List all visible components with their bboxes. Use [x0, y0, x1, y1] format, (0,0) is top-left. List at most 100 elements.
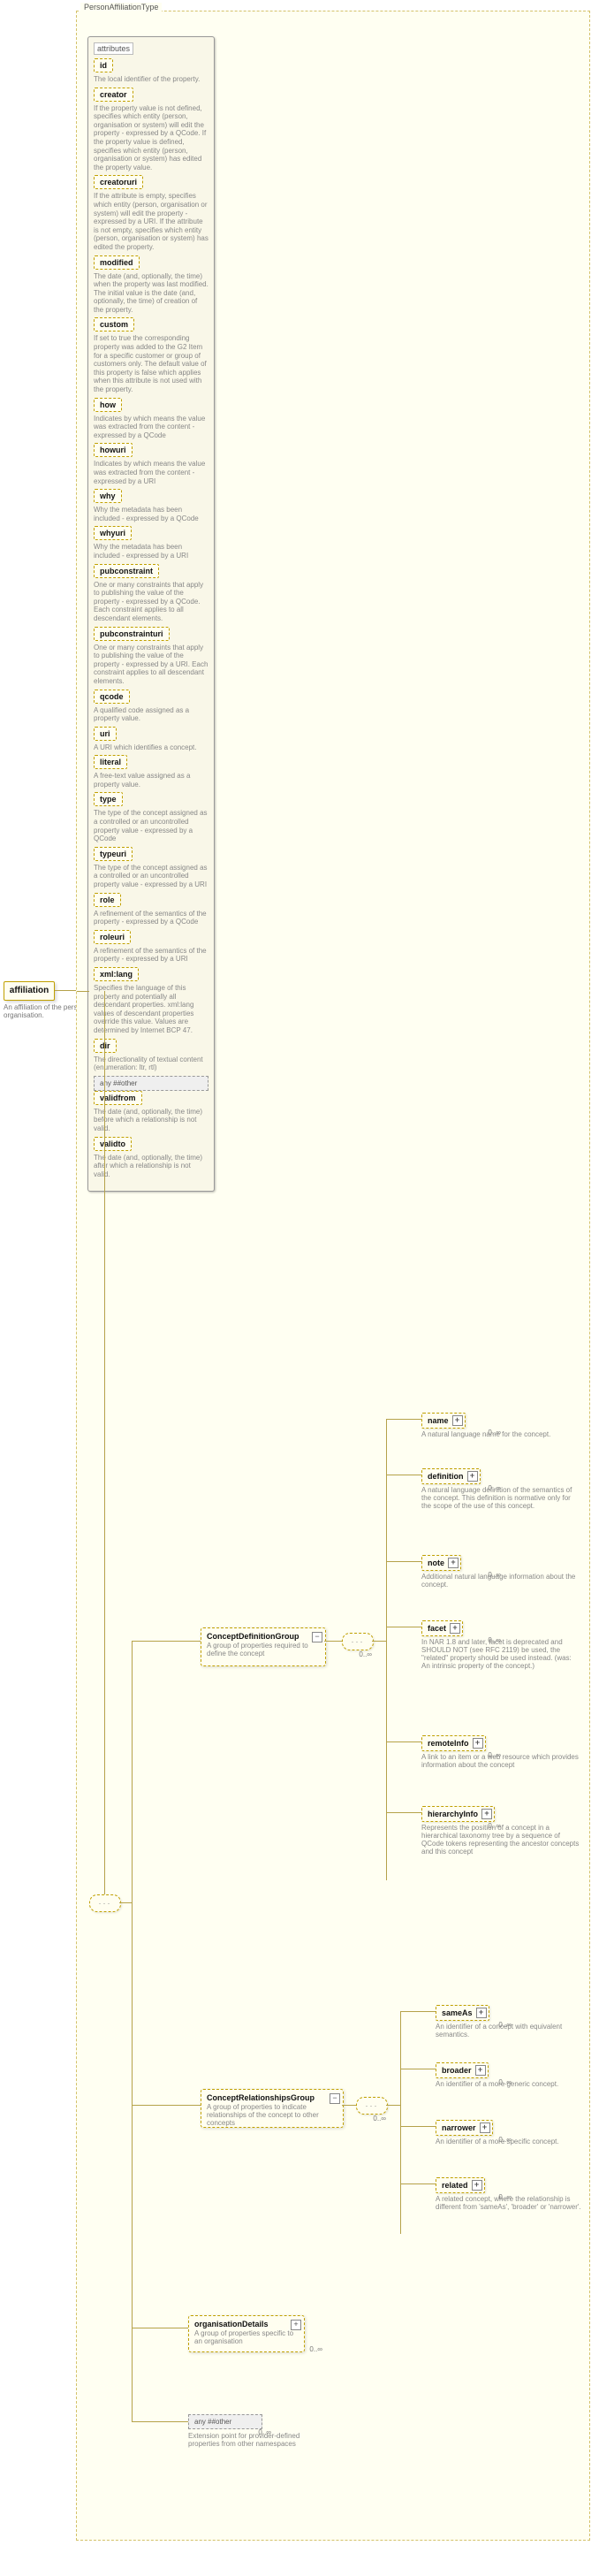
plus-icon[interactable]: +	[452, 1415, 463, 1426]
attribute-literal[interactable]: literal	[94, 755, 127, 769]
plus-icon[interactable]: +	[448, 1558, 459, 1568]
any-other-extension: any ##other	[188, 2414, 262, 2429]
attribute-desc: One or many constraints that apply to pu…	[94, 644, 208, 686]
concept-definition-group[interactable]: − ConceptDefinitionGroup A group of prop…	[201, 1627, 326, 1666]
attribute-desc: If the property value is not defined, sp…	[94, 104, 208, 172]
attribute-desc: A refinement of the semantics of the pro…	[94, 947, 208, 964]
any-other-band: any ##other	[94, 1076, 208, 1091]
attribute-desc: The directionality of textual content (e…	[94, 1056, 208, 1072]
element-narrower[interactable]: narrower+	[436, 2120, 493, 2136]
element-note[interactable]: note+	[421, 1555, 461, 1571]
plus-icon[interactable]: +	[450, 1623, 460, 1634]
plus-icon[interactable]: +	[476, 2008, 487, 2018]
connector	[386, 2105, 400, 2106]
minus-icon[interactable]: −	[312, 1632, 322, 1642]
attribute-role[interactable]: role	[94, 893, 121, 907]
attribute-custom[interactable]: custom	[94, 317, 134, 332]
element-desc: An identifier of a more specific concept…	[436, 2138, 586, 2145]
attribute-pubconstrainturi[interactable]: pubconstrainturi	[94, 627, 170, 641]
element-name[interactable]: name+	[421, 1413, 466, 1429]
attribute-desc: A free-text value assigned as a property…	[94, 772, 208, 789]
plus-icon[interactable]: +	[481, 1809, 492, 1819]
attribute-desc: The type of the concept assigned as a co…	[94, 809, 208, 842]
diagram-canvas: affiliation An affiliation of the person…	[0, 0, 614, 2576]
minus-icon[interactable]: −	[330, 2093, 340, 2104]
attribute-desc: Indicates by which means the value was e…	[94, 415, 208, 440]
plus-icon[interactable]: +	[291, 2320, 301, 2330]
attribute-pubconstraint[interactable]: pubconstraint	[94, 564, 159, 578]
plus-icon[interactable]: +	[472, 2180, 482, 2191]
attribute-desc: A qualified code assigned as a property …	[94, 706, 208, 723]
connector	[342, 2105, 356, 2106]
concept-relationships-group[interactable]: − ConceptRelationshipsGroup A group of p…	[201, 2089, 344, 2128]
attribute-qcode[interactable]: qcode	[94, 690, 130, 704]
sequence-connector	[342, 1633, 374, 1650]
attribute-type[interactable]: type	[94, 792, 123, 806]
attribute-desc: A URI which identifies a concept.	[94, 743, 208, 752]
element-broader[interactable]: broader+	[436, 2062, 489, 2078]
attribute-xml-lang[interactable]: xml:lang	[94, 967, 139, 981]
attribute-uri[interactable]: uri	[94, 727, 117, 741]
connector	[132, 2105, 201, 2106]
element-desc: Represents the position of a concept in …	[421, 1824, 580, 1856]
organisation-details-element[interactable]: + organisationDetails A group of propert…	[188, 2315, 305, 2352]
element-desc: Additional natural language information …	[421, 1573, 580, 1589]
element-desc: A link to an item or a web resource whic…	[421, 1753, 580, 1769]
attribute-desc: Why the metadata has been included - exp…	[94, 543, 208, 560]
sequence-connector	[89, 1894, 121, 1912]
connector	[132, 2421, 188, 2422]
attribute-desc: Specifies the language of this property …	[94, 984, 208, 1035]
element-sameAs[interactable]: sameAs+	[436, 2005, 489, 2021]
element-definition[interactable]: definition+	[421, 1468, 481, 1484]
connector	[372, 1641, 386, 1642]
plus-icon[interactable]: +	[473, 1738, 483, 1749]
element-related[interactable]: related+	[436, 2177, 485, 2193]
attribute-desc: The type of the concept assigned as a co…	[94, 864, 208, 889]
plus-icon[interactable]: +	[467, 1471, 478, 1482]
person-affiliation-type-box: PersonAffiliationType attributes idThe l…	[76, 11, 590, 2541]
attribute-id[interactable]: id	[94, 58, 113, 72]
attribute-desc: The local identifier of the property.	[94, 75, 208, 84]
type-title: PersonAffiliationType	[80, 3, 162, 11]
attribute-how[interactable]: how	[94, 398, 122, 412]
attribute-whyuri[interactable]: whyuri	[94, 526, 132, 540]
attributes-label: attributes	[94, 42, 133, 55]
attribute-desc: The date (and, optionally, the time) whe…	[94, 272, 208, 315]
element-facet[interactable]: facet+	[421, 1620, 463, 1636]
attribute-modified[interactable]: modified	[94, 255, 140, 270]
connector	[104, 991, 105, 992]
connector	[77, 991, 89, 992]
attribute-desc: If the attribute is empty, specifies whi…	[94, 192, 208, 251]
affiliation-element[interactable]: affiliation	[4, 981, 55, 1001]
connector	[132, 1641, 133, 2421]
plus-icon[interactable]: +	[475, 2065, 486, 2076]
connector	[119, 1902, 132, 1903]
element-desc: A natural language definition of the sem…	[421, 1486, 580, 1510]
attribute-roleuri[interactable]: roleuri	[94, 930, 131, 944]
occurs: 0..∞	[342, 1650, 372, 1658]
element-desc: An identifier of a concept with equivale…	[436, 2023, 586, 2039]
element-hierarchyInfo[interactable]: hierarchyInfo+	[421, 1806, 495, 1822]
attribute-validto[interactable]: validto	[94, 1137, 132, 1151]
element-desc: An identifier of a more generic concept.	[436, 2080, 586, 2088]
attribute-howuri[interactable]: howuri	[94, 443, 133, 457]
attribute-creator[interactable]: creator	[94, 88, 133, 102]
attribute-desc: A refinement of the semantics of the pro…	[94, 910, 208, 926]
connector	[400, 2011, 401, 2234]
occurs: 0..∞	[305, 2345, 322, 2353]
connector	[324, 1641, 342, 1642]
attribute-desc: Indicates by which means the value was e…	[94, 460, 208, 485]
connector	[55, 990, 76, 991]
attribute-validfrom[interactable]: validfrom	[94, 1091, 142, 1105]
connector	[386, 1419, 387, 1880]
attribute-desc: The date (and, optionally, the time) aft…	[94, 1154, 208, 1179]
plus-icon[interactable]: +	[480, 2123, 490, 2133]
attribute-why[interactable]: why	[94, 489, 122, 503]
attribute-typeuri[interactable]: typeuri	[94, 847, 133, 861]
element-remoteInfo[interactable]: remoteInfo+	[421, 1735, 486, 1751]
sequence-connector	[356, 2097, 388, 2115]
attribute-desc: If set to true the corresponding propert…	[94, 334, 208, 393]
element-desc: In NAR 1.8 and later, facet is deprecate…	[421, 1638, 580, 1670]
connector	[132, 1641, 201, 1642]
attribute-creatoruri[interactable]: creatoruri	[94, 175, 143, 189]
